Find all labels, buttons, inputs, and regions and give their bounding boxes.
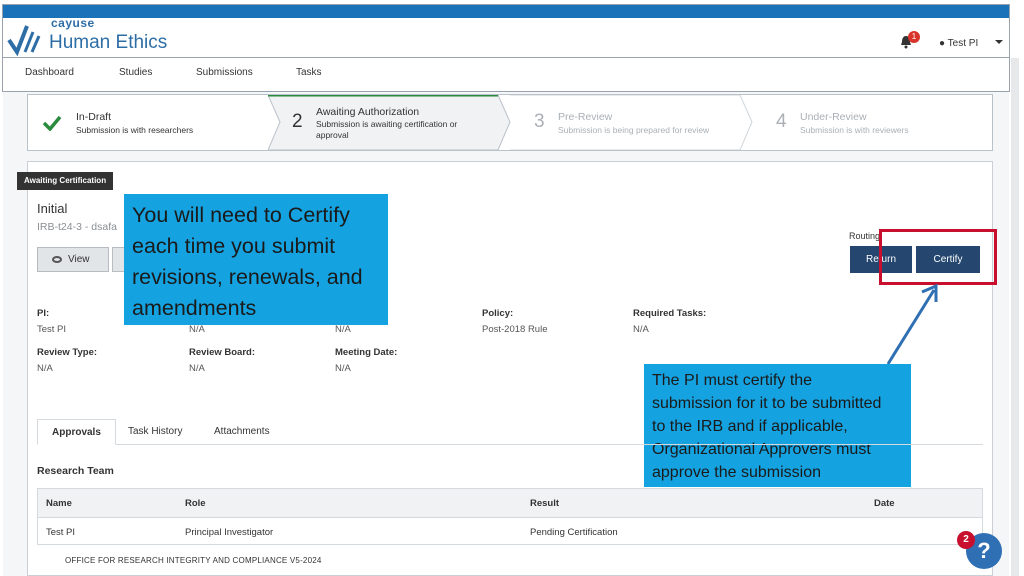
arrow-icon xyxy=(886,283,938,365)
research-team-table: Name Role Result Date Test PI Principal … xyxy=(37,488,983,545)
callout-line: The PI must certify the xyxy=(652,372,813,389)
submission-id: IRB-t24-3 - dsafa xyxy=(37,221,117,233)
view-button[interactable]: View xyxy=(37,247,109,272)
review-type-value: N/A xyxy=(37,363,53,374)
nav-submissions[interactable]: Submissions xyxy=(196,67,253,78)
column-header[interactable]: Role xyxy=(185,498,206,509)
column-header[interactable]: Date xyxy=(874,498,895,509)
meeting-date-label: Meeting Date: xyxy=(335,347,398,358)
required-tasks-label: Required Tasks: xyxy=(633,308,707,319)
detail-tabs: Approvals Task History Attachments xyxy=(37,419,983,445)
field-value: N/A xyxy=(189,324,205,335)
user-name: Test PI xyxy=(947,38,979,49)
step-under-review: 4 Under-Review Submission is with review… xyxy=(754,95,994,150)
callout-line: amendments xyxy=(132,296,257,320)
step-title: Awaiting Authorization xyxy=(316,106,420,118)
chevron-down-icon[interactable] xyxy=(995,40,1003,44)
workflow-steps: In-Draft Submission is with researchers … xyxy=(27,94,993,151)
step-subtitle: Submission is with reviewers xyxy=(800,125,909,135)
step-number: 3 xyxy=(534,111,545,132)
policy-value: Post-2018 Rule xyxy=(482,324,548,335)
pi-label: PI: xyxy=(37,308,50,319)
app-header: cayuse Human Ethics 1 ● Test PI xyxy=(3,5,1009,57)
nav-studies[interactable]: Studies xyxy=(119,67,152,78)
research-team-title: Research Team xyxy=(37,465,114,477)
logo-product-text[interactable]: Human Ethics xyxy=(49,32,167,54)
tab-task-history[interactable]: Task History xyxy=(128,419,182,445)
column-header[interactable]: Result xyxy=(530,498,559,509)
step-awaiting-authorization: 2 Awaiting Authorization Submission is a… xyxy=(270,95,512,150)
step-in-draft: In-Draft Submission is with researchers xyxy=(28,95,270,150)
callout-line: You will need to Certify xyxy=(132,203,350,227)
user-menu[interactable]: ● Test PI xyxy=(939,38,978,49)
step-title: Pre-Review xyxy=(558,111,613,123)
meeting-date-value: N/A xyxy=(335,363,351,374)
callout-certify-each-time: You will need to Certify each time you s… xyxy=(124,194,388,325)
step-subtitle: approval xyxy=(316,130,349,140)
step-title: In-Draft xyxy=(76,111,112,123)
step-subtitle: Submission is with researchers xyxy=(76,125,194,135)
step-number: 2 xyxy=(292,111,303,132)
logo-brand-text: cayuse xyxy=(51,16,95,30)
step-subtitle: Submission is awaiting certification or xyxy=(316,119,458,129)
cayuse-logo-icon xyxy=(7,25,41,56)
required-tasks-value: N/A xyxy=(633,324,649,335)
field-value: N/A xyxy=(335,324,351,335)
table-cell: Pending Certification xyxy=(530,527,618,538)
column-header[interactable]: Name xyxy=(46,498,72,509)
callout-line: submission for it to be submitted xyxy=(652,395,882,412)
tab-attachments[interactable]: Attachments xyxy=(214,419,270,445)
review-type-label: Review Type: xyxy=(37,347,98,358)
step-number: 4 xyxy=(776,111,787,132)
certify-highlight-box xyxy=(879,229,997,285)
review-board-label: Review Board: xyxy=(189,347,255,358)
table-cell: Principal Investigator xyxy=(185,527,274,538)
slide-footer: OFFICE FOR RESEARCH INTEGRITY AND COMPLI… xyxy=(65,556,322,565)
eye-icon xyxy=(52,256,62,263)
table-cell: Test PI xyxy=(46,527,76,538)
scrollbar[interactable] xyxy=(1011,58,1019,576)
step-pre-review: 3 Pre-Review Submission is being prepare… xyxy=(512,95,754,150)
step-title: Under-Review xyxy=(800,111,867,123)
callout-line: approve the submission xyxy=(652,464,821,481)
step-subtitle: Submission is being prepared for review xyxy=(558,125,710,135)
routing-label: Routing: xyxy=(849,231,883,241)
nav-dashboard[interactable]: Dashboard xyxy=(25,67,74,78)
main-nav: Dashboard Studies Submissions Tasks xyxy=(3,57,1009,91)
view-button-label: View xyxy=(68,254,90,265)
check-icon xyxy=(42,115,62,131)
help-count-badge: 2 xyxy=(957,531,975,549)
user-icon: ● xyxy=(939,38,946,49)
notification-count-badge: 1 xyxy=(908,31,920,43)
nav-tasks[interactable]: Tasks xyxy=(296,67,322,78)
tab-approvals[interactable]: Approvals xyxy=(37,419,116,445)
callout-line: each time you submit xyxy=(132,234,336,258)
pi-value: Test PI xyxy=(37,324,67,335)
status-badge: Awaiting Certification xyxy=(17,172,114,190)
callout-line: revisions, renewals, and xyxy=(132,265,363,289)
review-board-value: N/A xyxy=(189,363,205,374)
policy-label: Policy: xyxy=(482,308,514,319)
table-header: Name Role Result Date xyxy=(38,489,982,518)
submission-type: Initial xyxy=(37,201,68,216)
